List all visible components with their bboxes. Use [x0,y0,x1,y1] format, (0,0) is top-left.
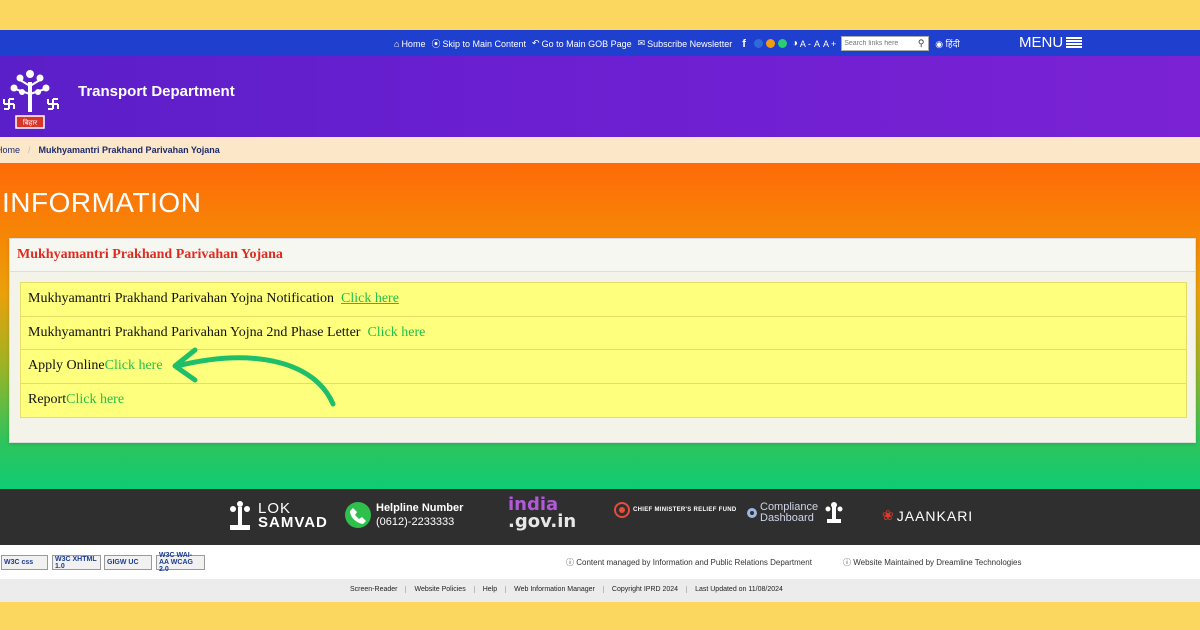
cm-relief-fund-logo[interactable]: CHIEF MINISTER'S RELIEF FUND [614,502,737,518]
font-decrease-button[interactable]: A - [800,39,811,49]
gob-page-link[interactable]: ↶ Go to Main GOB Page [532,38,632,49]
w3c-xhtml-badge[interactable]: W3C XHTML 1.0 [52,555,101,570]
department-title[interactable]: Transport Department [78,83,235,100]
lok-samvad-logo[interactable]: LOK SAMVAD [226,499,328,533]
footer-logos: LOK SAMVAD Helpline Number (0612)-2233333… [0,489,1200,545]
theme-orange-button[interactable] [765,39,775,48]
utility-links: ⌂ Home ⦿ Skip to Main Content ↶ Go to Main … [394,36,960,51]
theme-blue-button[interactable] [753,39,763,48]
screen-reader-link[interactable]: Screen-Reader [342,586,407,593]
maintained-by-credit: ⓘ Website Maintained by Dreamline Techno… [843,558,1022,567]
help-link[interactable]: Help [475,586,507,593]
svg-text:बिहार: बिहार [23,118,37,127]
font-normal-button[interactable]: A [814,39,820,49]
gear-icon [747,508,757,518]
home-link[interactable]: ⌂ Home [394,39,425,49]
hamburger-icon [1066,36,1083,49]
jaankari-logo[interactable]: ❀ JAANKARI [882,507,973,524]
circle-arrow-icon: ⦿ [431,39,441,49]
breadcrumb: Home / Mukhyamantri Prakhand Parivahan Y… [0,137,1200,163]
compliance-dashboard-logo[interactable]: Compliance Dashboard [746,501,844,525]
info-icon: ⓘ [843,558,851,567]
phone-icon [345,502,371,528]
breadcrumb-separator: / [28,145,31,155]
facebook-icon[interactable]: f [742,38,746,50]
home-icon: ⌂ [394,38,400,49]
emblem-icon [825,502,843,523]
jaankari-icon: ❀ [882,507,894,523]
language-toggle[interactable]: ◉ हिंदी [935,37,960,50]
seal-icon [614,502,630,518]
item-label: Report [28,392,67,408]
item-label: Mukhyamantri Prakhand Parivahan Yojna 2n… [28,324,361,340]
page-frame: ⌂ Home ⦿ Skip to Main Content ↶ Go to Main … [0,30,1200,602]
website-policies-link[interactable]: Website Policies [406,586,475,593]
main-content: INFORMATION Mukhyamantri Prakhand Pariva… [0,163,1200,489]
report-click-here-link[interactable]: Click here [66,392,124,408]
phase-letter-click-here-link[interactable]: Click here [367,325,425,341]
web-information-manager-link[interactable]: Web Information Manager [506,586,604,593]
skip-to-content-link[interactable]: ⦿ Skip to Main Content [431,37,526,50]
gigw-badge[interactable]: GIGW UC [104,555,152,570]
search-box: ⚲ [841,36,930,51]
validators-row: W3C css W3C XHTML 1.0 GIGW UC W3C WAI-AA… [0,545,1200,579]
contrast-icon[interactable]: ◑ [792,38,798,49]
breadcrumb-home-link[interactable]: Home [0,145,20,155]
item-label: Mukhyamantri Prakhand Parivahan Yojna No… [28,291,335,307]
font-increase-button[interactable]: A + [823,39,836,49]
notification-click-here-link[interactable]: Click here [341,291,399,307]
wcag-badge[interactable]: W3C WAI-AA WCAG 2.0 [156,552,205,573]
site-header: बिहार Transport Department [0,56,1200,137]
india-gov-logo[interactable]: india .gov.in [508,496,576,531]
item-label: Apply Online [28,358,105,374]
search-input[interactable] [842,37,915,50]
copyright-text: Copyright IPRD 2024 [604,586,688,593]
subscribe-newsletter-link[interactable]: ✉ Subscribe Newsletter [638,38,733,49]
list-item: Mukhyamantri Prakhand Parivahan Yojna No… [21,283,1186,317]
apply-online-click-here-link[interactable]: Click here [105,358,163,374]
info-icon: ⓘ [566,558,574,567]
menu-button[interactable]: MENU [1019,34,1083,51]
reply-icon: ↶ [532,38,540,48]
theme-green-button[interactable] [777,39,787,48]
breadcrumb-current: Mukhyamantri Prakhand Parivahan Yojana [38,145,220,155]
globe-icon: ◉ [935,39,944,49]
content-managed-credit: ⓘ Content managed by Information and Pub… [566,558,812,567]
w3c-css-badge[interactable]: W3C css [1,555,48,570]
panel-title: Mukhyamantri Prakhand Parivahan Yojana [10,239,1195,272]
bottom-links-bar: Screen-Reader Website Policies Help Web … [0,579,1200,602]
helpline-block[interactable]: Helpline Number (0612)-2233333 [344,501,463,529]
search-icon[interactable]: ⚲ [914,38,928,49]
page-title: INFORMATION [2,187,202,218]
annotation-arrow-icon [172,347,336,407]
emblem-icon [230,501,250,530]
bihar-emblem-logo[interactable]: बिहार [0,64,62,130]
last-updated-text: Last Updated on 11/08/2024 [695,586,783,593]
top-utility-bar: ⌂ Home ⦿ Skip to Main Content ↶ Go to Main … [0,30,1200,56]
envelope-icon: ✉ [637,38,646,48]
